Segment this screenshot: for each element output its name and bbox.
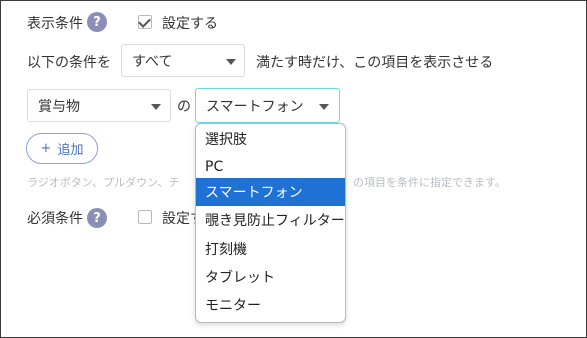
- rule-value-select[interactable]: スマートフォン: [195, 88, 340, 123]
- required-condition-label: 必須条件: [27, 211, 83, 227]
- rule-field-value: 賞与物: [38, 98, 80, 115]
- value-dropdown-menu: 選択肢 PC スマートフォン 覗き見防止フィルター 打刻機 タブレット モニター: [195, 123, 346, 323]
- dropdown-option-placeholder[interactable]: 選択肢: [196, 125, 345, 153]
- dropdown-option-smartphone[interactable]: スマートフォン: [196, 178, 345, 206]
- dropdown-option-tablet[interactable]: タブレット: [196, 263, 345, 291]
- dropdown-option-monitor[interactable]: モニター: [196, 291, 345, 319]
- display-condition-checkbox[interactable]: [138, 15, 152, 29]
- dropdown-option-pc[interactable]: PC: [196, 153, 345, 181]
- display-condition-checkbox-label: 設定する: [162, 16, 218, 32]
- condition-suffix-text: 満たす時だけ、この項目を表示させる: [256, 55, 494, 71]
- checkmark-icon: [138, 15, 151, 28]
- required-condition-checkbox[interactable]: [138, 210, 152, 224]
- plus-icon: +: [40, 141, 52, 156]
- rule-value-selected: スマートフォン: [206, 98, 304, 115]
- rule-field-select[interactable]: 賞与物: [27, 89, 171, 122]
- display-condition-help-icon[interactable]: ?: [87, 12, 107, 32]
- hint-text-left: ラジオボタン、プルダウン、チ: [27, 176, 180, 189]
- required-condition-help-icon[interactable]: ?: [87, 208, 107, 228]
- dropdown-option-time-clock[interactable]: 打刻機: [196, 235, 345, 263]
- condition-prefix-text: 以下の条件を: [27, 55, 111, 71]
- condition-mode-value: すべて: [132, 53, 173, 70]
- add-condition-label: 追加: [57, 143, 84, 158]
- chevron-down-icon: [151, 104, 161, 110]
- dropdown-option-privacy-filter[interactable]: 覗き見防止フィルター: [196, 206, 345, 234]
- hint-text-right: の項目を条件に指定できます。: [353, 176, 506, 189]
- rule-connector-text: の: [177, 99, 191, 115]
- condition-mode-select[interactable]: すべて: [121, 44, 245, 77]
- chevron-down-icon: [319, 104, 329, 110]
- display-condition-label: 表示条件: [27, 16, 83, 32]
- add-condition-button[interactable]: + 追加: [26, 133, 98, 164]
- chevron-down-icon: [226, 59, 236, 65]
